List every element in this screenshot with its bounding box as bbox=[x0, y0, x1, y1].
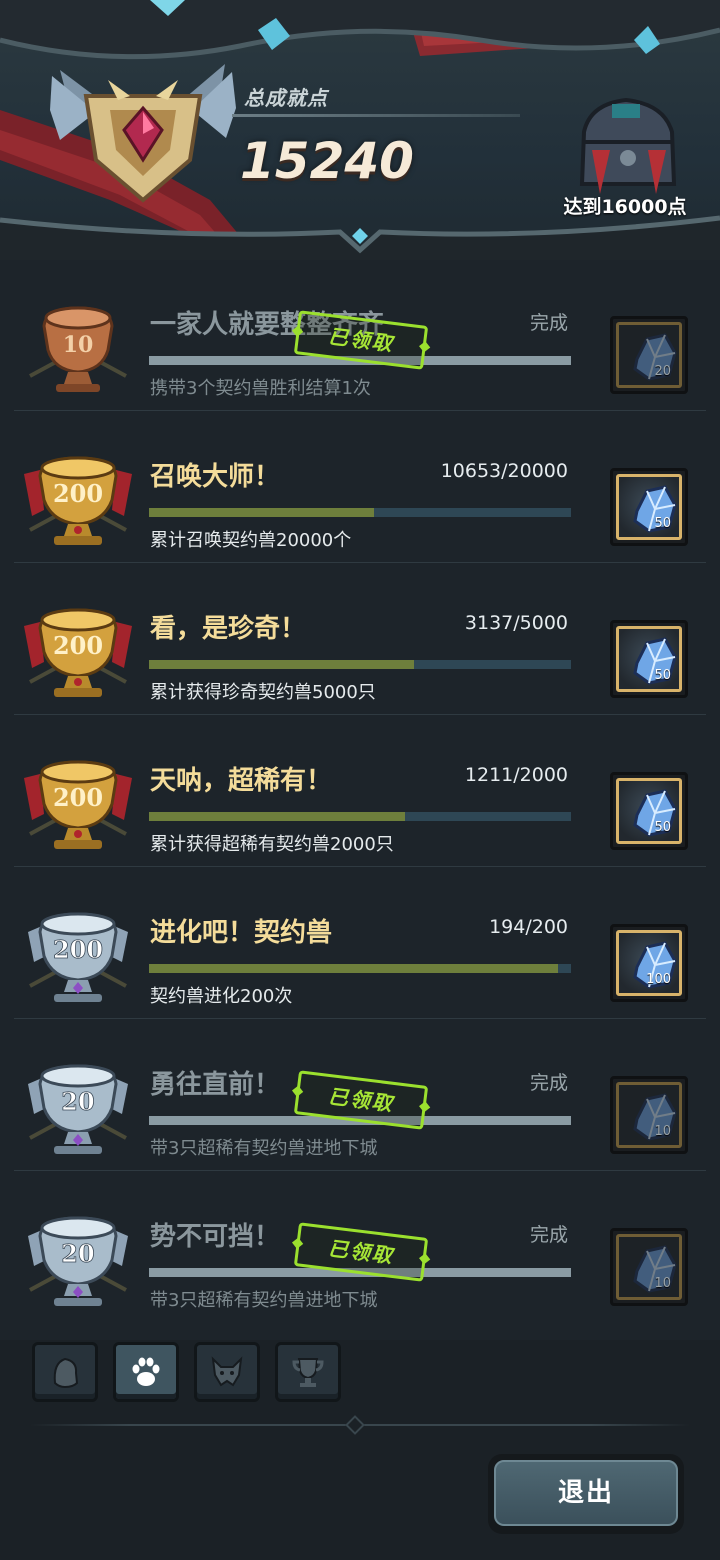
reward-count: 10 bbox=[654, 1124, 671, 1139]
demon-mask-icon bbox=[211, 1356, 243, 1387]
tab-trophy[interactable] bbox=[275, 1342, 341, 1402]
achievement-progress-text: 194/200 bbox=[489, 916, 568, 938]
achievement-title: 勇往直前！ bbox=[150, 1070, 281, 1100]
progress-fill bbox=[149, 508, 374, 517]
achievement-description: 携带3个契约兽胜利结算1次 bbox=[150, 378, 371, 399]
achievement-row[interactable]: 200 看，是珍奇！ 3137/5000 累计获得珍奇契约兽5000只 50 bbox=[14, 564, 706, 715]
header-ornate-frame bbox=[0, 0, 720, 260]
achievement-progress-bar bbox=[149, 660, 571, 669]
achievement-title: 势不可挡！ bbox=[150, 1222, 281, 1252]
cup-badge: 20 bbox=[61, 1087, 94, 1116]
achievement-row[interactable]: 20 势不可挡！ 完成 带3只超稀有契约兽进地下城 已领取 10 bbox=[14, 1172, 706, 1323]
cup-badge: 200 bbox=[53, 479, 103, 508]
gold-cup-icon: 200 bbox=[24, 456, 132, 545]
gold-cup-icon: 200 bbox=[24, 760, 132, 849]
achievement-progress-text: 完成 bbox=[529, 1072, 568, 1094]
achievement-description: 累计获得珍奇契约兽5000只 bbox=[150, 682, 376, 703]
cup-badge: 200 bbox=[53, 631, 103, 660]
gold-cup-icon: 200 bbox=[24, 608, 132, 697]
trophy-icon bbox=[292, 1358, 324, 1387]
achievement-progress-text: 10653/20000 bbox=[440, 460, 568, 482]
achievement-description: 契约兽进化200次 bbox=[150, 986, 293, 1007]
achievement-row[interactable]: 200 天呐，超稀有！ 1211/2000 累计获得超稀有契约兽2000只 50 bbox=[14, 716, 706, 867]
achievement-progress-text: 完成 bbox=[529, 312, 568, 334]
reward-count: 50 bbox=[654, 668, 671, 683]
reward-count: 20 bbox=[654, 364, 671, 379]
reward-slot[interactable]: 50 bbox=[610, 468, 688, 546]
achievement-progress-bar bbox=[149, 964, 571, 973]
silver-cup-icon: 20 bbox=[28, 1216, 128, 1306]
reward-count: 50 bbox=[654, 516, 671, 531]
reward-frame: 50 bbox=[616, 474, 682, 540]
achievement-title: 召唤大师！ bbox=[150, 462, 281, 492]
reward-slot[interactable]: 100 bbox=[610, 924, 688, 1002]
achievement-title: 天呐，超稀有！ bbox=[150, 766, 333, 796]
achievement-header: 总成就点 15240 达到16000点 bbox=[0, 0, 720, 260]
achievement-progress-text: 完成 bbox=[529, 1224, 568, 1246]
reward-frame: 50 bbox=[616, 626, 682, 692]
reward-slot[interactable]: 10 bbox=[610, 1076, 688, 1154]
achievement-progress-bar bbox=[149, 508, 571, 517]
cup-badge: 200 bbox=[53, 935, 103, 964]
exit-button[interactable]: 退出 bbox=[488, 1454, 684, 1534]
reward-count: 10 bbox=[654, 1276, 671, 1291]
total-points-value: 15240 bbox=[240, 132, 414, 190]
character-head-icon bbox=[53, 1357, 79, 1389]
achievement-row[interactable]: 200 召唤大师！ 10653/20000 累计召唤契约兽20000个 50 bbox=[14, 412, 706, 563]
reward-count: 50 bbox=[654, 820, 671, 835]
total-points-label: 总成就点 bbox=[244, 86, 328, 110]
reward-count: 100 bbox=[646, 972, 671, 987]
achievement-description: 带3只超稀有契约兽进地下城 bbox=[150, 1290, 378, 1311]
reward-slot[interactable]: 10 bbox=[610, 1228, 688, 1306]
achievement-row[interactable]: 10 一家人就要整整齐齐 完成 携带3个契约兽胜利结算1次 已领取 20 bbox=[14, 260, 706, 411]
progress-fill bbox=[149, 964, 559, 973]
tab-beasts[interactable] bbox=[113, 1342, 179, 1402]
tab-monsters[interactable] bbox=[194, 1342, 260, 1402]
achievement-description: 累计召唤契约兽20000个 bbox=[150, 530, 352, 551]
achievement-progress-text: 1211/2000 bbox=[464, 764, 568, 786]
reward-frame: 20 bbox=[616, 322, 682, 388]
cup-badge: 10 bbox=[63, 332, 94, 358]
chest-goal-label: 达到16000点 bbox=[563, 196, 687, 218]
achievement-description: 累计获得超稀有契约兽2000只 bbox=[150, 834, 394, 855]
achievement-list[interactable]: 10 一家人就要整整齐齐 完成 携带3个契约兽胜利结算1次 已领取 20 200… bbox=[0, 260, 720, 1340]
tab-character[interactable] bbox=[32, 1342, 98, 1402]
bottom-bar: 退出 bbox=[0, 1340, 720, 1560]
reward-slot[interactable]: 50 bbox=[610, 772, 688, 850]
achievement-title: 进化吧！契约兽 bbox=[150, 918, 333, 948]
reward-slot[interactable]: 20 bbox=[610, 316, 688, 394]
reward-frame: 10 bbox=[616, 1234, 682, 1300]
reward-frame: 100 bbox=[616, 930, 682, 996]
reward-slot[interactable]: 50 bbox=[610, 620, 688, 698]
total-points-underline bbox=[232, 114, 520, 117]
reward-frame: 10 bbox=[616, 1082, 682, 1148]
cup-badge: 200 bbox=[53, 783, 103, 812]
silver-cup-icon: 200 bbox=[28, 912, 128, 1002]
cup-badge: 20 bbox=[61, 1239, 94, 1268]
bronze-cup-icon: 10 bbox=[29, 306, 127, 392]
progress-fill bbox=[149, 812, 405, 821]
paw-icon bbox=[132, 1357, 160, 1386]
silver-cup-icon: 20 bbox=[28, 1064, 128, 1154]
reward-chest-icon bbox=[579, 97, 677, 194]
exit-button-label: 退出 bbox=[494, 1460, 678, 1526]
achievement-row[interactable]: 200 进化吧！契约兽 194/200 契约兽进化200次 100 bbox=[14, 868, 706, 1019]
achievement-title: 看，是珍奇！ bbox=[150, 614, 307, 644]
progress-fill bbox=[149, 660, 414, 669]
achievement-description: 带3只超稀有契约兽进地下城 bbox=[150, 1138, 378, 1159]
reward-frame: 50 bbox=[616, 778, 682, 844]
divider-ornament bbox=[345, 1415, 365, 1435]
achievement-progress-bar bbox=[149, 812, 571, 821]
achievement-progress-text: 3137/5000 bbox=[464, 612, 568, 634]
achievement-row[interactable]: 20 勇往直前！ 完成 带3只超稀有契约兽进地下城 已领取 10 bbox=[14, 1020, 706, 1171]
